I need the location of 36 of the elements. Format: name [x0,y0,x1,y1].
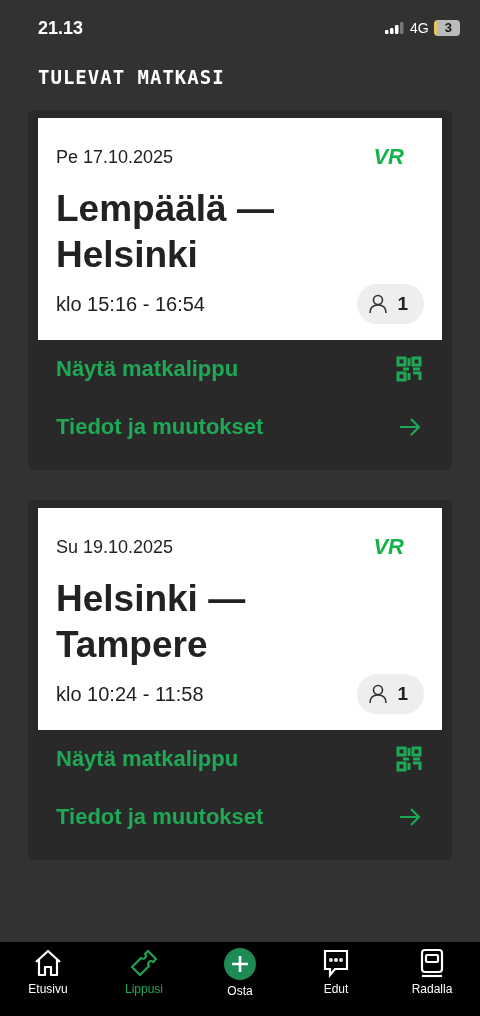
person-icon [367,293,390,315]
signal-icon [385,22,406,34]
logo: VR [373,144,404,170]
action-link[interactable]: Näytä matkalippu [38,340,442,398]
trip-date: Pe 17.10.2025 [56,146,174,168]
trip-time: klo 15:16 - 16:54 [56,292,205,316]
nav-tab[interactable]: Osta [200,948,280,1000]
passenger-badge: 1 [357,284,424,324]
trip-card[interactable]: Pe 17.10.2025 VR Lempäälä — Helsinki klo 15:16 - 16:54 1 [38,118,442,340]
home-icon [33,948,63,978]
arrow-right-icon [398,807,422,827]
passenger-badge: 1 [357,674,424,714]
arrow-right-icon [398,417,422,437]
trip-card[interactable]: Su 19.10.2025 VR Helsinki — Tampere klo 10:24 - 11:58 1 [38,508,442,730]
plus-icon [224,948,256,980]
trip-date: Su 19.10.2025 [56,536,174,558]
trip-time: klo 10:24 - 11:58 [56,682,204,706]
network-label: 4G [410,20,429,36]
chat-icon [321,948,351,978]
page-title: TULEVAT MATKASI [38,66,226,88]
ticket-icon [129,948,159,978]
nav-tab[interactable]: Radalla [392,948,472,1000]
qr-code-icon [396,746,422,772]
nav-tab[interactable]: Edut [296,948,376,1000]
trip-route: Helsinki — Tampere [56,577,247,667]
nav-tab[interactable]: Etusivu [8,948,88,1000]
battery-indicator: 3 [433,20,460,36]
status-time: 21.13 [38,17,84,39]
logo: VR [373,534,404,560]
qr-code-icon [396,356,422,382]
trip-route: Lempäälä — Helsinki [56,187,275,277]
action-link[interactable]: Näytä matkalippu [38,730,442,788]
person-icon [367,683,390,705]
nav-tab[interactable]: Lippusi [104,948,184,1000]
action-link[interactable]: Tiedot ja muutokset [38,398,442,456]
action-link[interactable]: Tiedot ja muutokset [38,788,442,846]
